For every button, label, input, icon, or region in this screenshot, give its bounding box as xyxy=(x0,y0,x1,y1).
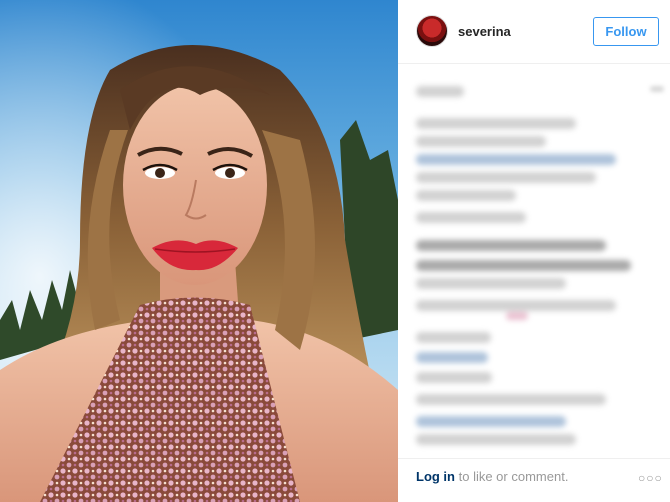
login-prompt: Log in to like or comment. xyxy=(416,469,568,484)
selfie-illustration xyxy=(0,0,398,502)
post-sidebar: severina Follow Log in to like or commen… xyxy=(398,0,670,502)
avatar[interactable] xyxy=(416,15,448,47)
login-suffix: to like or comment. xyxy=(455,469,569,484)
more-options-icon[interactable]: ○○○ xyxy=(638,471,663,485)
post-footer: Log in to like or comment. ○○○ xyxy=(398,458,670,502)
post-photo xyxy=(0,0,398,502)
blurred-caption xyxy=(416,80,656,450)
post-header: severina Follow xyxy=(398,0,670,64)
username-link[interactable]: severina xyxy=(458,24,511,39)
follow-button[interactable]: Follow xyxy=(593,17,659,46)
login-link[interactable]: Log in xyxy=(416,469,455,484)
